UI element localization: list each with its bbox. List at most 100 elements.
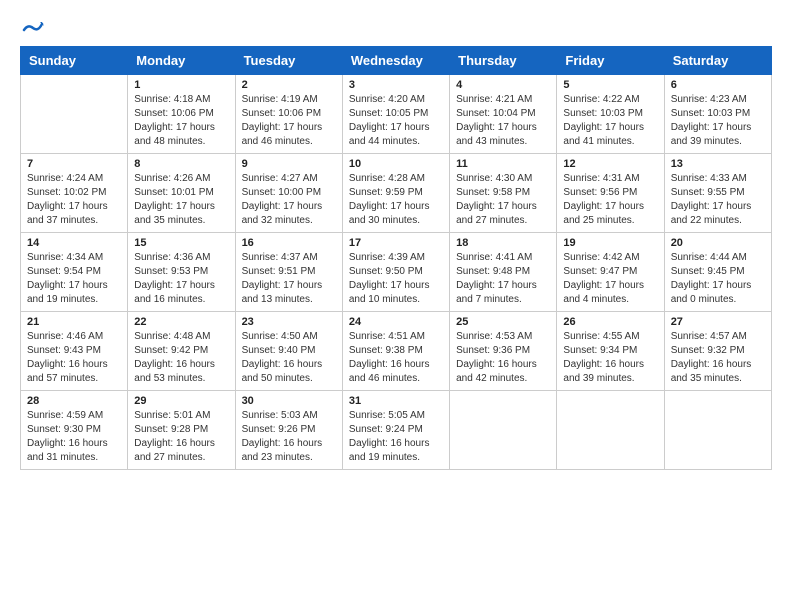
day-info: Sunrise: 4:37 AM Sunset: 9:51 PM Dayligh… bbox=[242, 251, 336, 307]
calendar-cell: 25 Sunrise: 4:53 AM Sunset: 9:36 PM Dayli… bbox=[450, 312, 557, 391]
calendar-cell bbox=[557, 391, 664, 470]
date-number: 24 bbox=[349, 316, 443, 328]
day-info: Sunrise: 5:01 AM Sunset: 9:28 PM Dayligh… bbox=[134, 409, 228, 465]
day-info: Sunrise: 4:26 AM Sunset: 10:01 PM Daylig… bbox=[134, 172, 228, 228]
calendar-cell: 27 Sunrise: 4:57 AM Sunset: 9:32 PM Dayli… bbox=[664, 312, 771, 391]
calendar-cell: 1 Sunrise: 4:18 AM Sunset: 10:06 PM Dayli… bbox=[128, 75, 235, 154]
date-number: 16 bbox=[242, 237, 336, 249]
day-info: Sunrise: 4:23 AM Sunset: 10:03 PM Daylig… bbox=[671, 93, 765, 149]
date-number: 21 bbox=[27, 316, 121, 328]
day-info: Sunrise: 4:41 AM Sunset: 9:48 PM Dayligh… bbox=[456, 251, 550, 307]
day-info: Sunrise: 4:39 AM Sunset: 9:50 PM Dayligh… bbox=[349, 251, 443, 307]
calendar-cell: 11 Sunrise: 4:30 AM Sunset: 9:58 PM Dayli… bbox=[450, 154, 557, 233]
date-number: 29 bbox=[134, 395, 228, 407]
day-info: Sunrise: 4:28 AM Sunset: 9:59 PM Dayligh… bbox=[349, 172, 443, 228]
day-info: Sunrise: 5:03 AM Sunset: 9:26 PM Dayligh… bbox=[242, 409, 336, 465]
calendar-cell: 28 Sunrise: 4:59 AM Sunset: 9:30 PM Dayli… bbox=[21, 391, 128, 470]
date-number: 5 bbox=[563, 79, 657, 91]
day-info: Sunrise: 4:46 AM Sunset: 9:43 PM Dayligh… bbox=[27, 330, 121, 386]
day-info: Sunrise: 4:57 AM Sunset: 9:32 PM Dayligh… bbox=[671, 330, 765, 386]
calendar-cell: 16 Sunrise: 4:37 AM Sunset: 9:51 PM Dayli… bbox=[235, 233, 342, 312]
calendar-cell: 15 Sunrise: 4:36 AM Sunset: 9:53 PM Dayli… bbox=[128, 233, 235, 312]
calendar-week-row: 7Sunrise: 4:24 AM Sunset: 10:02 PM Dayli… bbox=[21, 154, 772, 233]
date-number: 12 bbox=[563, 158, 657, 170]
logo bbox=[20, 16, 44, 38]
day-info: Sunrise: 4:30 AM Sunset: 9:58 PM Dayligh… bbox=[456, 172, 550, 228]
calendar-cell: 20 Sunrise: 4:44 AM Sunset: 9:45 PM Dayli… bbox=[664, 233, 771, 312]
date-number: 31 bbox=[349, 395, 443, 407]
day-info: Sunrise: 4:34 AM Sunset: 9:54 PM Dayligh… bbox=[27, 251, 121, 307]
calendar-cell: 7Sunrise: 4:24 AM Sunset: 10:02 PM Dayli… bbox=[21, 154, 128, 233]
calendar-cell: 31 Sunrise: 5:05 AM Sunset: 9:24 PM Dayli… bbox=[342, 391, 449, 470]
page-header bbox=[20, 16, 772, 38]
date-number: 4 bbox=[456, 79, 550, 91]
day-info: Sunrise: 4:42 AM Sunset: 9:47 PM Dayligh… bbox=[563, 251, 657, 307]
calendar-cell: 22Sunrise: 4:48 AM Sunset: 9:42 PM Dayli… bbox=[128, 312, 235, 391]
header-day-thursday: Thursday bbox=[450, 47, 557, 75]
day-info: Sunrise: 4:18 AM Sunset: 10:06 PM Daylig… bbox=[134, 93, 228, 149]
day-info: Sunrise: 4:21 AM Sunset: 10:04 PM Daylig… bbox=[456, 93, 550, 149]
calendar-cell: 13 Sunrise: 4:33 AM Sunset: 9:55 PM Dayli… bbox=[664, 154, 771, 233]
date-number: 2 bbox=[242, 79, 336, 91]
header-day-sunday: Sunday bbox=[21, 47, 128, 75]
day-info: Sunrise: 4:33 AM Sunset: 9:55 PM Dayligh… bbox=[671, 172, 765, 228]
header-day-monday: Monday bbox=[128, 47, 235, 75]
date-number: 28 bbox=[27, 395, 121, 407]
date-number: 9 bbox=[242, 158, 336, 170]
date-number: 10 bbox=[349, 158, 443, 170]
calendar-cell: 19 Sunrise: 4:42 AM Sunset: 9:47 PM Dayli… bbox=[557, 233, 664, 312]
day-info: Sunrise: 4:50 AM Sunset: 9:40 PM Dayligh… bbox=[242, 330, 336, 386]
day-info: Sunrise: 4:36 AM Sunset: 9:53 PM Dayligh… bbox=[134, 251, 228, 307]
calendar-cell bbox=[21, 75, 128, 154]
date-number: 3 bbox=[349, 79, 443, 91]
date-number: 20 bbox=[671, 237, 765, 249]
date-number: 22 bbox=[134, 316, 228, 328]
calendar-cell: 24Sunrise: 4:51 AM Sunset: 9:38 PM Dayli… bbox=[342, 312, 449, 391]
date-number: 6 bbox=[671, 79, 765, 91]
date-number: 11 bbox=[456, 158, 550, 170]
date-number: 15 bbox=[134, 237, 228, 249]
calendar-cell: 17 Sunrise: 4:39 AM Sunset: 9:50 PM Dayli… bbox=[342, 233, 449, 312]
calendar-cell: 2 Sunrise: 4:19 AM Sunset: 10:06 PM Dayli… bbox=[235, 75, 342, 154]
calendar-cell: 4 Sunrise: 4:21 AM Sunset: 10:04 PM Dayli… bbox=[450, 75, 557, 154]
day-info: Sunrise: 4:55 AM Sunset: 9:34 PM Dayligh… bbox=[563, 330, 657, 386]
day-info: Sunrise: 4:53 AM Sunset: 9:36 PM Dayligh… bbox=[456, 330, 550, 386]
day-info: Sunrise: 4:22 AM Sunset: 10:03 PM Daylig… bbox=[563, 93, 657, 149]
calendar-cell: 18 Sunrise: 4:41 AM Sunset: 9:48 PM Dayli… bbox=[450, 233, 557, 312]
calendar-week-row: 28 Sunrise: 4:59 AM Sunset: 9:30 PM Dayli… bbox=[21, 391, 772, 470]
date-number: 13 bbox=[671, 158, 765, 170]
calendar-cell: 8Sunrise: 4:26 AM Sunset: 10:01 PM Dayli… bbox=[128, 154, 235, 233]
calendar-cell: 3 Sunrise: 4:20 AM Sunset: 10:05 PM Dayli… bbox=[342, 75, 449, 154]
header-day-tuesday: Tuesday bbox=[235, 47, 342, 75]
date-number: 7 bbox=[27, 158, 121, 170]
day-info: Sunrise: 4:59 AM Sunset: 9:30 PM Dayligh… bbox=[27, 409, 121, 465]
calendar-cell: 5 Sunrise: 4:22 AM Sunset: 10:03 PM Dayli… bbox=[557, 75, 664, 154]
date-number: 25 bbox=[456, 316, 550, 328]
day-info: Sunrise: 4:27 AM Sunset: 10:00 PM Daylig… bbox=[242, 172, 336, 228]
calendar-cell: 12 Sunrise: 4:31 AM Sunset: 9:56 PM Dayli… bbox=[557, 154, 664, 233]
date-number: 18 bbox=[456, 237, 550, 249]
calendar-cell: 26Sunrise: 4:55 AM Sunset: 9:34 PM Dayli… bbox=[557, 312, 664, 391]
calendar-cell: 23Sunrise: 4:50 AM Sunset: 9:40 PM Dayli… bbox=[235, 312, 342, 391]
date-number: 27 bbox=[671, 316, 765, 328]
day-info: Sunrise: 4:31 AM Sunset: 9:56 PM Dayligh… bbox=[563, 172, 657, 228]
header-day-saturday: Saturday bbox=[664, 47, 771, 75]
calendar-cell: 21 Sunrise: 4:46 AM Sunset: 9:43 PM Dayli… bbox=[21, 312, 128, 391]
header-day-wednesday: Wednesday bbox=[342, 47, 449, 75]
day-info: Sunrise: 4:19 AM Sunset: 10:06 PM Daylig… bbox=[242, 93, 336, 149]
calendar-cell: 14 Sunrise: 4:34 AM Sunset: 9:54 PM Dayli… bbox=[21, 233, 128, 312]
calendar-table: SundayMondayTuesdayWednesdayThursdayFrid… bbox=[20, 46, 772, 470]
header-day-friday: Friday bbox=[557, 47, 664, 75]
date-number: 14 bbox=[27, 237, 121, 249]
day-info: Sunrise: 4:20 AM Sunset: 10:05 PM Daylig… bbox=[349, 93, 443, 149]
calendar-cell: 30 Sunrise: 5:03 AM Sunset: 9:26 PM Dayli… bbox=[235, 391, 342, 470]
date-number: 17 bbox=[349, 237, 443, 249]
day-info: Sunrise: 4:44 AM Sunset: 9:45 PM Dayligh… bbox=[671, 251, 765, 307]
calendar-week-row: 1 Sunrise: 4:18 AM Sunset: 10:06 PM Dayli… bbox=[21, 75, 772, 154]
date-number: 1 bbox=[134, 79, 228, 91]
date-number: 19 bbox=[563, 237, 657, 249]
date-number: 30 bbox=[242, 395, 336, 407]
day-info: Sunrise: 5:05 AM Sunset: 9:24 PM Dayligh… bbox=[349, 409, 443, 465]
calendar-header-row: SundayMondayTuesdayWednesdayThursdayFrid… bbox=[21, 47, 772, 75]
logo-wave-icon bbox=[22, 16, 44, 38]
